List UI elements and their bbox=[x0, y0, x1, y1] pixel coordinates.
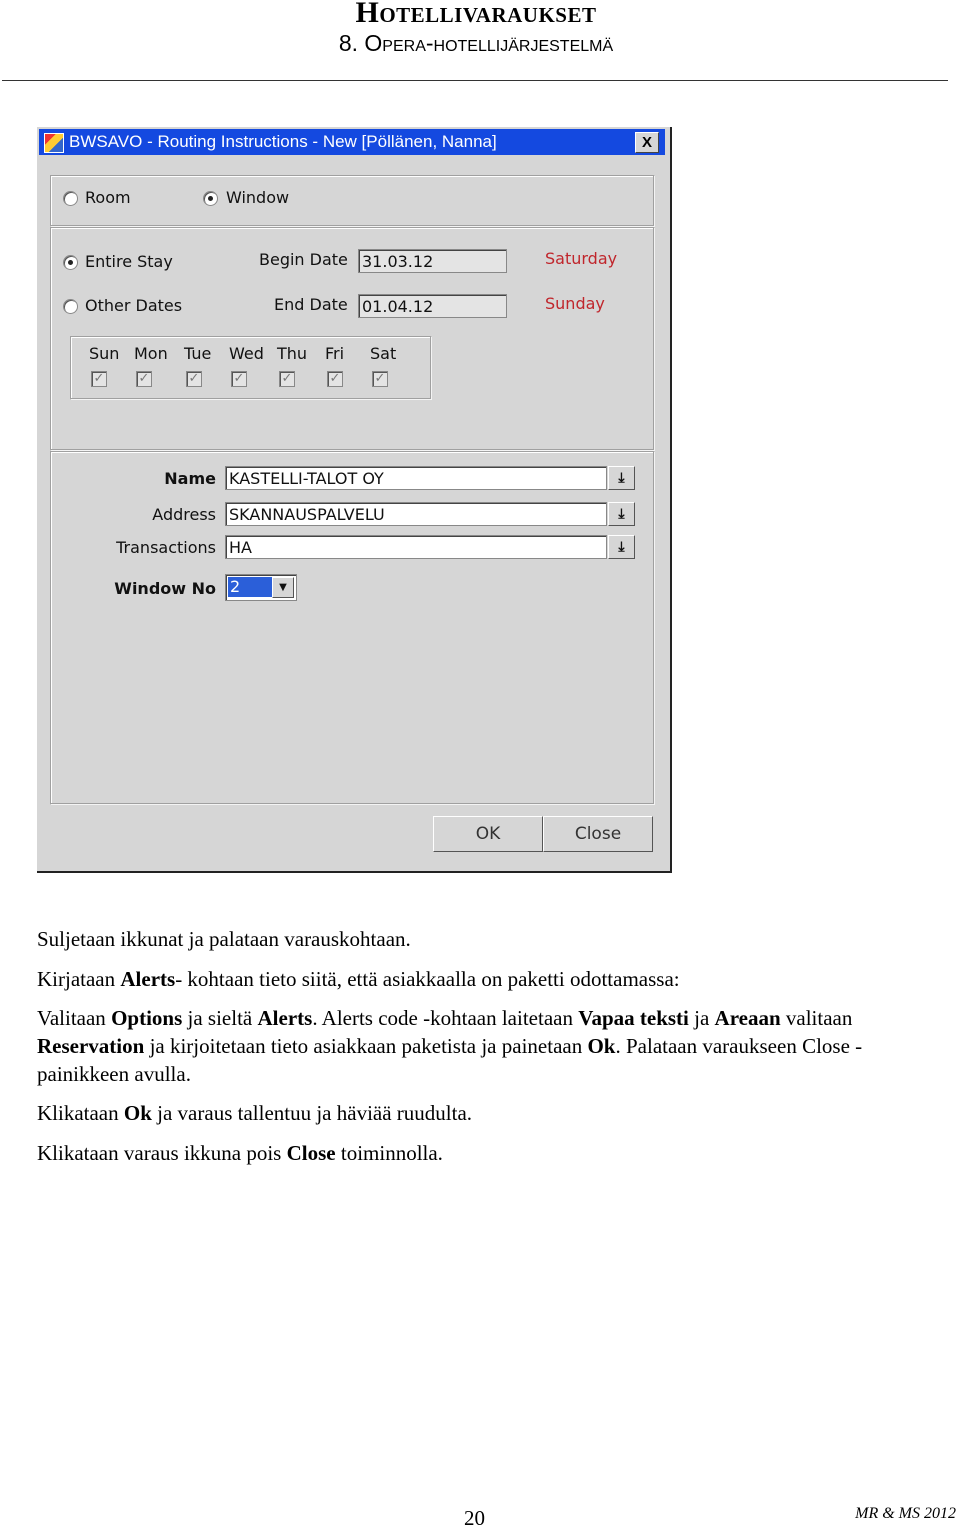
day-label-wed: Wed bbox=[229, 344, 264, 363]
day-checkbox-tue[interactable]: ✓ bbox=[186, 371, 202, 387]
day-checkbox-mon[interactable]: ✓ bbox=[136, 371, 152, 387]
window-radio[interactable] bbox=[203, 191, 218, 206]
begin-date-label: Begin Date bbox=[259, 250, 348, 269]
ok-button[interactable]: OK bbox=[433, 816, 543, 852]
day-label-fri: Fri bbox=[325, 344, 345, 363]
day-checkbox-fri[interactable]: ✓ bbox=[327, 371, 343, 387]
app-icon bbox=[44, 133, 64, 153]
name-lookup-button[interactable]: ⤓ bbox=[608, 466, 635, 490]
bold-term: Ok bbox=[123, 1101, 152, 1125]
address-label: Address bbox=[152, 505, 216, 524]
address-field[interactable]: SKANNAUSPALVELU bbox=[225, 502, 607, 526]
dialog-titlebar[interactable]: BWSAVO - Routing Instructions - New [Pöl… bbox=[39, 129, 665, 155]
end-date-field[interactable]: 01.04.12 bbox=[358, 294, 507, 318]
text-segment: toiminnolla. bbox=[335, 1141, 443, 1165]
bold-term: Vapaa teksti bbox=[578, 1006, 689, 1030]
day-label-sat: Sat bbox=[370, 344, 397, 363]
room-radio[interactable] bbox=[63, 191, 78, 206]
text-segment: ja bbox=[688, 1006, 715, 1030]
window-no-value: 2 bbox=[228, 577, 272, 597]
text-segment: ja varaus tallentuu ja häviää ruudulta. bbox=[151, 1101, 473, 1125]
day-label-mon: Mon bbox=[134, 344, 168, 363]
transactions-field[interactable]: HA bbox=[225, 535, 607, 559]
day-label-tue: Tue bbox=[184, 344, 212, 363]
text-segment: Klikataan varaus ikkuna pois bbox=[37, 1141, 287, 1165]
close-button[interactable]: Close bbox=[543, 816, 653, 852]
entire-stay-label: Entire Stay bbox=[85, 252, 173, 271]
entire-stay-radio[interactable] bbox=[63, 255, 78, 270]
transactions-lookup-button[interactable]: ⤓ bbox=[608, 535, 635, 559]
name-field[interactable]: KASTELLI-TALOT OY bbox=[225, 466, 607, 490]
address-lookup-button[interactable]: ⤓ bbox=[608, 502, 635, 526]
text-segment: Suljetaan ikkunat ja palataan varauskoht… bbox=[37, 927, 411, 951]
details-panel: Name KASTELLI-TALOT OY ⤓ Address SKANNAU… bbox=[50, 451, 655, 805]
text-segment: valitaan bbox=[780, 1006, 853, 1030]
transactions-label: Transactions bbox=[116, 538, 216, 557]
day-label-thu: Thu bbox=[277, 344, 308, 363]
window-no-select[interactable]: 2 ▼ bbox=[225, 574, 297, 601]
text-segment: ja sieltä bbox=[182, 1006, 258, 1030]
other-dates-radio[interactable] bbox=[63, 299, 78, 314]
page-number: 20 bbox=[464, 1506, 485, 1530]
close-window-button[interactable]: X bbox=[635, 132, 659, 153]
bold-term: Reservation bbox=[37, 1034, 145, 1058]
begin-day-text: Saturday bbox=[545, 249, 618, 268]
bold-term: Alerts bbox=[120, 967, 176, 991]
bold-term: Options bbox=[111, 1006, 183, 1030]
dates-panel: Entire Stay Other Dates Begin Date 31.03… bbox=[50, 227, 655, 451]
begin-date-field[interactable]: 31.03.12 bbox=[358, 249, 507, 273]
page-header-title: Hotellivaraukset bbox=[355, 0, 597, 29]
day-checkbox-sat[interactable]: ✓ bbox=[372, 371, 388, 387]
end-date-label: End Date bbox=[274, 295, 348, 314]
day-checkbox-sun[interactable]: ✓ bbox=[91, 371, 107, 387]
text-segment: . Alerts code -kohtaan laitetaan bbox=[312, 1006, 579, 1030]
bold-term: Alerts bbox=[257, 1006, 313, 1030]
text-segment: Kirjataan bbox=[37, 967, 121, 991]
paragraph: Klikataan Ok ja varaus tallentuu ja hävi… bbox=[37, 1099, 917, 1127]
other-dates-label: Other Dates bbox=[85, 296, 183, 315]
dialog-title: BWSAVO - Routing Instructions - New [Pöl… bbox=[69, 132, 497, 151]
text-segment: - kohtaan tieto siitä, että asiakkaalla … bbox=[175, 967, 680, 991]
text-segment: ja kirjoitetaan tieto asiakkaan paketist… bbox=[144, 1034, 588, 1058]
routing-instructions-dialog: BWSAVO - Routing Instructions - New [Pöl… bbox=[37, 127, 672, 873]
bold-term: Close bbox=[286, 1141, 336, 1165]
paragraph: Klikataan varaus ikkuna pois Close toimi… bbox=[37, 1139, 917, 1167]
text-segment: Valitaan bbox=[37, 1006, 112, 1030]
footer-credit: MR & MS 2012 bbox=[855, 1505, 956, 1522]
end-day-text: Sunday bbox=[545, 294, 605, 313]
day-label-sun: Sun bbox=[89, 344, 120, 363]
bold-term: Ok bbox=[587, 1034, 616, 1058]
name-label: Name bbox=[164, 469, 216, 488]
header-rule bbox=[2, 80, 948, 81]
document-page: Hotellivaraukset 8. Opera-hotellijärjest… bbox=[0, 0, 960, 1532]
chevron-down-icon[interactable]: ▼ bbox=[272, 577, 294, 598]
window-no-label: Window No bbox=[114, 579, 216, 598]
day-checkbox-wed[interactable]: ✓ bbox=[231, 371, 247, 387]
day-checkbox-thu[interactable]: ✓ bbox=[279, 371, 295, 387]
paragraph: Valitaan Options ja sieltä Alerts. Alert… bbox=[37, 1004, 917, 1088]
bold-term: Areaan bbox=[714, 1006, 781, 1030]
text-segment: Klikataan bbox=[37, 1101, 124, 1125]
room-label: Room bbox=[85, 188, 131, 207]
window-label: Window bbox=[226, 188, 290, 207]
routing-type-panel: Room Window bbox=[50, 175, 655, 227]
days-of-week-group: Sun ✓ Mon ✓ Tue ✓ Wed ✓ Thu ✓ Fri ✓ Sat ✓ bbox=[70, 336, 432, 400]
paragraph: Kirjataan Alerts- kohtaan tieto siitä, e… bbox=[37, 965, 917, 993]
paragraph: Suljetaan ikkunat ja palataan varauskoht… bbox=[37, 925, 917, 953]
page-header-subtitle: 8. Opera-hotellijärjestelmä bbox=[338, 30, 614, 56]
